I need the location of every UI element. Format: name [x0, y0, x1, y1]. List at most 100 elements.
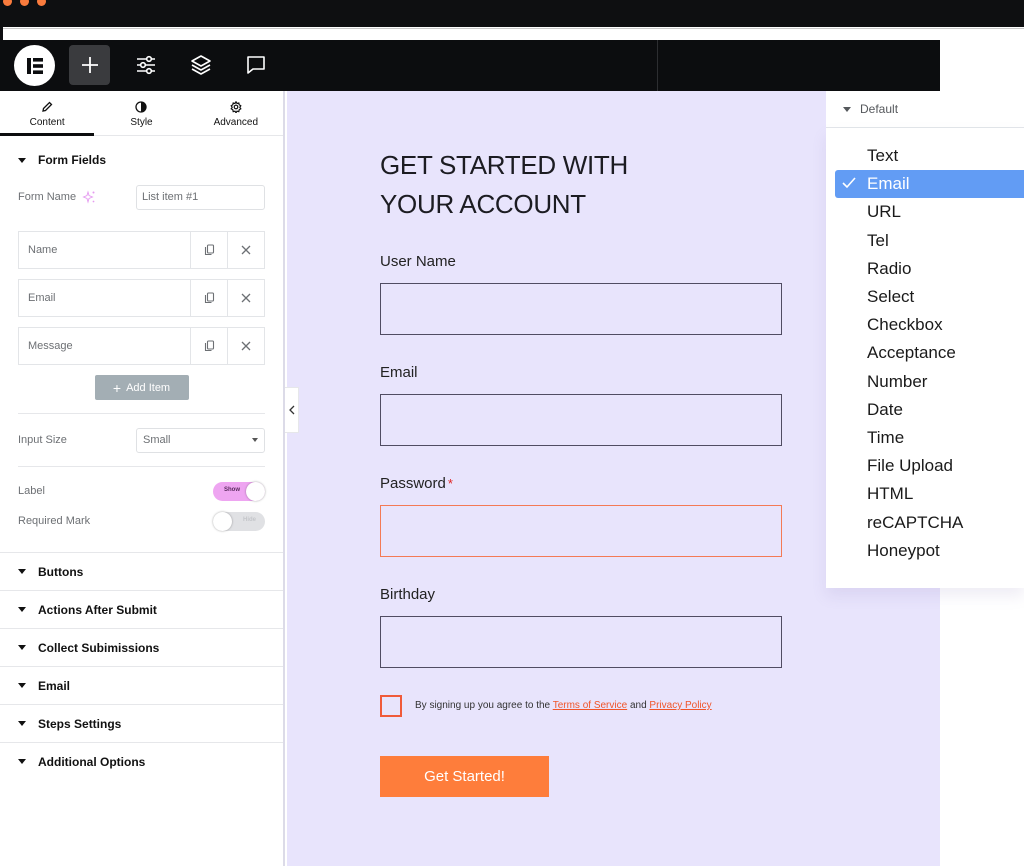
dropdown-option-select[interactable]: Select — [826, 283, 1024, 311]
agreement-text: By signing up you agree to the Terms of … — [415, 700, 712, 711]
section-buttons[interactable]: Buttons — [0, 552, 283, 590]
remove-field-button[interactable] — [227, 280, 264, 316]
settings-panel: Content Style Advanced Form Fields Form … — [0, 91, 285, 866]
active-tab-indicator — [0, 133, 94, 136]
caret-down-icon — [18, 569, 26, 574]
remove-field-button[interactable] — [227, 328, 264, 364]
dropdown-option-tel[interactable]: Tel — [826, 227, 1024, 255]
duplicate-field-button[interactable] — [190, 328, 227, 364]
section-actions-after-submit[interactable]: Actions After Submit — [0, 590, 283, 628]
field-type-dropdown-header[interactable]: Default — [826, 91, 1024, 128]
add-item-button[interactable]: + Add Item — [94, 375, 189, 400]
dropdown-option-acceptance[interactable]: Acceptance — [826, 339, 1024, 367]
duplicate-icon — [204, 292, 214, 304]
dropdown-option-recaptcha[interactable]: reCAPTCHA — [826, 508, 1024, 536]
section-divider — [18, 466, 265, 467]
form-field-item[interactable]: Name — [18, 231, 265, 269]
pencil-icon — [42, 101, 53, 112]
notes-button[interactable] — [235, 45, 276, 85]
plus-icon: + — [112, 379, 122, 396]
email-input[interactable] — [380, 394, 782, 446]
elementor-logo-icon — [26, 57, 43, 74]
required-mark-toggle-switch[interactable]: Hide — [213, 511, 265, 531]
window-dot-minimize[interactable] — [20, 0, 29, 6]
section-steps-settings[interactable]: Steps Settings — [0, 704, 283, 742]
required-mark-label: Required Mark — [18, 515, 91, 527]
password-input[interactable] — [380, 505, 782, 557]
section-email[interactable]: Email — [0, 666, 283, 704]
dropdown-option-honeypot[interactable]: Honeypot — [826, 537, 1024, 565]
caret-down-icon — [18, 645, 26, 650]
form-fields-section-toggle[interactable]: Form Fields — [0, 146, 283, 174]
sliders-icon — [136, 55, 155, 75]
window-dot-maximize[interactable] — [37, 0, 46, 6]
tab-style[interactable]: Style — [94, 91, 188, 135]
get-started-button[interactable]: Get Started! — [380, 756, 549, 797]
form-field-repeater: Name Email Message — [0, 231, 283, 365]
dropdown-option-date[interactable]: Date — [826, 396, 1024, 424]
tab-content-label: Content — [29, 116, 65, 128]
dropdown-option-url[interactable]: URL — [826, 198, 1024, 226]
remove-field-button[interactable] — [227, 232, 264, 268]
dropdown-option-text[interactable]: Text — [826, 142, 1024, 170]
duplicate-field-button[interactable] — [190, 232, 227, 268]
address-strip — [3, 28, 1024, 39]
dropdown-option-file-upload[interactable]: File Upload — [826, 452, 1024, 480]
privacy-policy-link[interactable]: Privacy Policy — [649, 700, 711, 711]
agreement-prefix: By signing up you agree to the — [415, 700, 551, 711]
toolbar-divider — [657, 40, 658, 91]
caret-down-icon — [18, 721, 26, 726]
agreement-conjunction: and — [629, 700, 647, 711]
field-label-text: Birthday — [380, 586, 436, 603]
elementor-logo-button[interactable] — [14, 45, 55, 86]
agree-checkbox[interactable] — [380, 695, 402, 717]
ai-sparkle-icon[interactable] — [82, 190, 96, 204]
form-name-input[interactable]: List item #1 — [136, 184, 265, 210]
input-size-value: Small — [143, 434, 171, 446]
tab-advanced-label: Advanced — [213, 116, 259, 128]
field-label-text: Email — [380, 364, 418, 381]
form-field-item-label[interactable]: Message — [19, 328, 190, 364]
label-toggle-switch[interactable]: Show — [213, 481, 265, 501]
form-heading: GET STARTED WITH YOUR ACCOUNT — [380, 150, 628, 219]
form-field-item[interactable]: Message — [18, 327, 265, 365]
dropdown-option-html[interactable]: HTML — [826, 480, 1024, 508]
comment-icon — [246, 56, 265, 74]
duplicate-field-button[interactable] — [190, 280, 227, 316]
form-name-label: Form Name — [18, 191, 77, 203]
input-size-row: Input Size Small — [0, 414, 283, 466]
form-field-item[interactable]: Email — [18, 279, 265, 317]
birthday-input[interactable] — [380, 616, 782, 668]
tab-advanced[interactable]: Advanced — [189, 91, 283, 135]
plus-icon — [81, 57, 98, 73]
caret-down-icon — [18, 607, 26, 612]
input-size-label: Input Size — [18, 434, 67, 446]
form-field-item-label[interactable]: Name — [19, 232, 190, 268]
dropdown-option-email[interactable]: Email — [835, 170, 1024, 199]
contrast-icon — [135, 100, 148, 113]
collapse-panel-button[interactable] — [285, 387, 299, 433]
structure-button[interactable] — [180, 45, 221, 85]
section-additional-options[interactable]: Additional Options — [0, 742, 283, 780]
caret-down-icon — [18, 683, 26, 688]
password-label: Password * — [380, 475, 453, 492]
dropdown-option-number[interactable]: Number — [826, 368, 1024, 396]
input-size-select[interactable]: Small — [136, 427, 265, 453]
close-icon — [241, 293, 251, 303]
site-settings-button[interactable] — [125, 45, 166, 85]
dropdown-option-radio[interactable]: Radio — [826, 255, 1024, 283]
username-input[interactable] — [380, 283, 782, 335]
tab-content[interactable]: Content — [0, 91, 94, 135]
section-collect-submissions[interactable]: Collect Subimissions — [0, 628, 283, 666]
window-dot-close[interactable] — [3, 0, 12, 6]
terms-of-service-link[interactable]: Terms of Service — [553, 700, 627, 711]
caret-down-icon — [18, 157, 26, 163]
dropdown-option-time[interactable]: Time — [826, 424, 1024, 452]
form-field-item-label[interactable]: Email — [19, 280, 190, 316]
add-element-button[interactable] — [69, 45, 110, 85]
editor-toolbar — [0, 40, 940, 91]
dropdown-option-checkbox[interactable]: Checkbox — [826, 311, 1024, 339]
email-label: Email — [380, 364, 418, 381]
toggle-knob — [213, 511, 232, 531]
